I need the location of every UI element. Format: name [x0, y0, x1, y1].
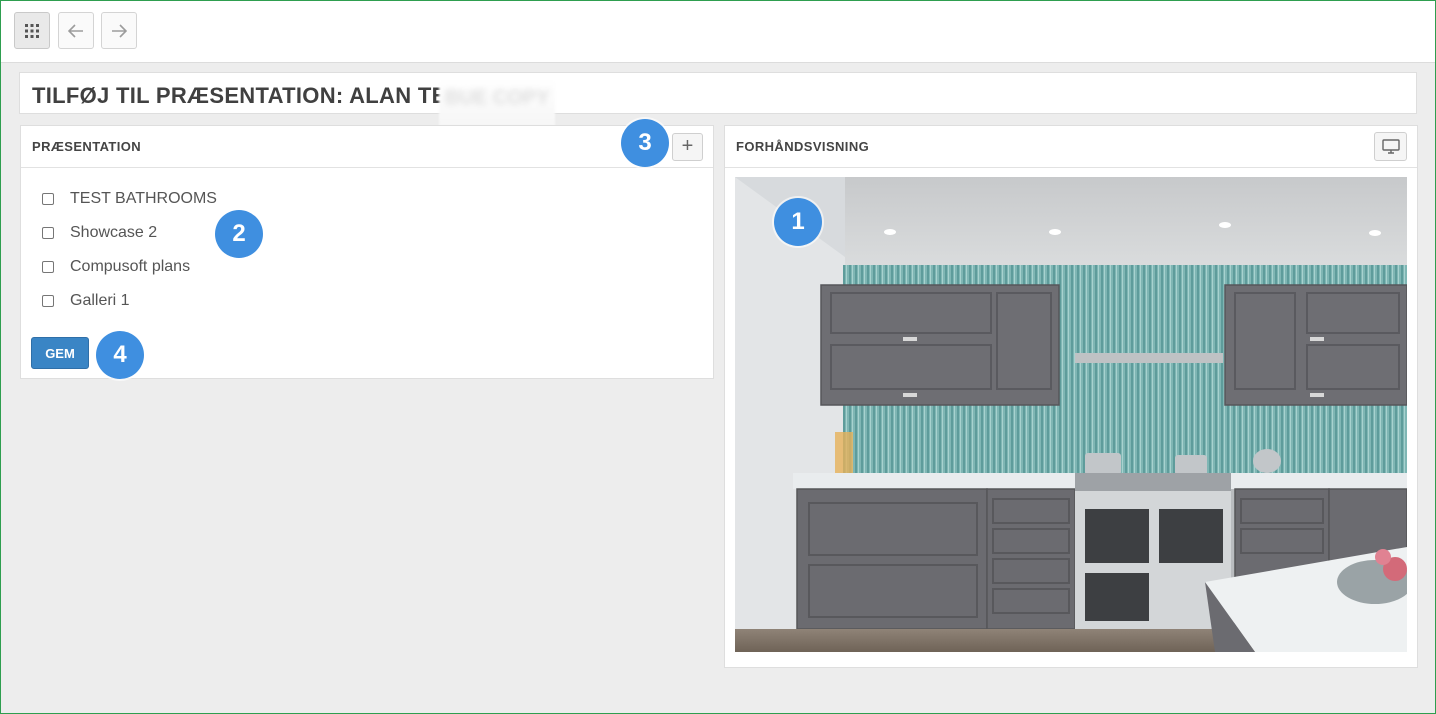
presentation-checkbox[interactable] [42, 295, 54, 307]
forward-button[interactable] [101, 12, 137, 49]
page-title: TILFØJ TIL PRÆSENTATION: ALAN TESTV [32, 83, 491, 108]
presentation-list: TEST BATHROOMS Showcase 2 Compusoft plan… [42, 182, 217, 318]
presentation-checkbox[interactable] [42, 261, 54, 273]
apps-grid-button[interactable] [14, 12, 50, 49]
preview-panel: FORHÅNDSVISNING [724, 125, 1418, 668]
kitchen-preview-image [735, 177, 1407, 652]
fullscreen-preview-button[interactable] [1374, 132, 1407, 161]
callout-badge-3: 3 [621, 119, 669, 167]
presentation-panel-title: PRÆSENTATION [32, 139, 142, 154]
list-item[interactable]: Compusoft plans [42, 250, 217, 284]
callout-badge-4: 4 [96, 331, 144, 379]
presentation-label: Galleri 1 [70, 292, 130, 309]
add-presentation-button[interactable]: + [672, 133, 703, 161]
redacted-title-suffix: BUE COPY [439, 78, 555, 128]
monitor-icon [1381, 139, 1400, 154]
redacted-title-text: BUE COPY [445, 87, 550, 109]
presentation-checkbox[interactable] [42, 193, 54, 205]
page-title-bar: TILFØJ TIL PRÆSENTATION: ALAN TESTV [19, 72, 1417, 114]
preview-panel-header: FORHÅNDSVISNING [725, 126, 1417, 168]
back-button[interactable] [58, 12, 94, 49]
arrow-right-icon [112, 23, 127, 38]
save-button[interactable]: GEM [31, 337, 89, 369]
apps-grid-icon [25, 23, 39, 38]
kitchen-render [735, 177, 1407, 652]
callout-badge-1: 1 [774, 198, 822, 246]
preview-panel-title: FORHÅNDSVISNING [736, 139, 870, 154]
presentation-checkbox[interactable] [42, 227, 54, 239]
list-item[interactable]: Galleri 1 [42, 284, 217, 318]
top-toolbar [1, 1, 1435, 63]
arrow-left-icon [68, 23, 83, 38]
callout-badge-2: 2 [215, 210, 263, 258]
presentation-label: TEST BATHROOMS [70, 190, 217, 207]
presentation-panel-header: PRÆSENTATION + [21, 126, 713, 168]
presentation-label: Showcase 2 [70, 224, 158, 241]
list-item[interactable]: TEST BATHROOMS [42, 182, 217, 216]
list-item[interactable]: Showcase 2 [42, 216, 217, 250]
presentation-label: Compusoft plans [70, 258, 191, 275]
